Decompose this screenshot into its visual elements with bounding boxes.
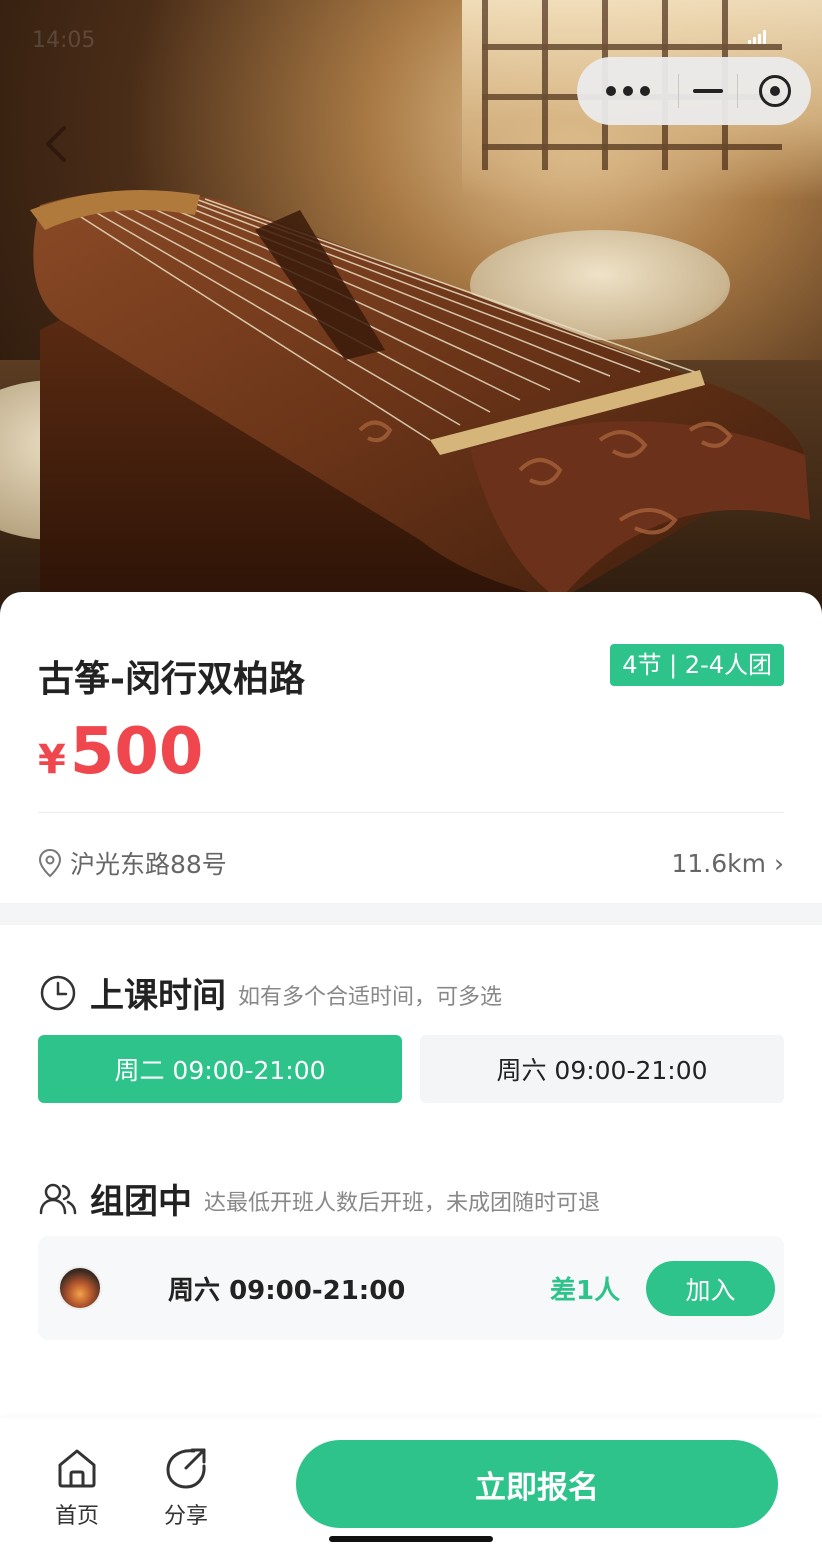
nav-share-label: 分享: [163, 1504, 208, 1529]
avatar: [58, 1266, 102, 1310]
address-left: 沪光东路88号: [38, 845, 227, 881]
share-icon: [166, 1448, 206, 1489]
users-icon: [39, 1183, 77, 1214]
status-time: 14:05: [32, 28, 96, 53]
chevron-right-icon: ›: [774, 848, 784, 878]
schedule-options: 周二 09:00-21:00 周六 09:00-21:00: [38, 1035, 784, 1103]
price-currency: ¥: [38, 737, 66, 783]
course-title: 古筝-闵行双柏路: [38, 659, 305, 700]
schedule-option-tue[interactable]: 周二 09:00-21:00: [38, 1035, 402, 1103]
group-hours: 09:00-21:00: [229, 1276, 406, 1306]
address-row[interactable]: 沪光东路88号 11.6km ›: [38, 840, 784, 886]
distance-value: 11.6km: [671, 848, 767, 878]
group-day: 周六: [168, 1276, 221, 1306]
group-time: 周六 09:00-21:00: [168, 1270, 405, 1307]
mini-program-capsule: [577, 57, 811, 125]
back-arrow-icon[interactable]: [38, 122, 78, 166]
nav-home-label: 首页: [54, 1504, 99, 1529]
minimize-icon[interactable]: [679, 57, 737, 125]
group-remaining: 差1人: [550, 1276, 621, 1306]
groups-header: 组团中 达最低开班人数后开班，未成团随时可退: [38, 1174, 600, 1223]
price-value: 500: [69, 715, 204, 789]
home-icon: [58, 1449, 96, 1488]
groups-subtitle: 达最低开班人数后开班，未成团随时可退: [204, 1190, 601, 1216]
signup-button[interactable]: 立即报名: [296, 1440, 778, 1528]
schedule-option-sat[interactable]: 周六 09:00-21:00: [420, 1035, 784, 1103]
course-price: ¥ 500: [38, 715, 203, 789]
section-gap: [0, 903, 822, 925]
clock-icon: [40, 975, 76, 1010]
close-target-icon[interactable]: [738, 57, 811, 125]
groups-title: 组团中: [90, 1182, 192, 1222]
course-tag-badge: 4节 | 2-4人团: [610, 644, 784, 686]
location-pin-icon: [38, 848, 62, 878]
home-indicator: [329, 1536, 493, 1542]
signal-icon: [748, 30, 766, 44]
address-text: 沪光东路88号: [70, 850, 227, 879]
schedule-subtitle: 如有多个合适时间，可多选: [238, 984, 503, 1010]
distance: 11.6km ›: [672, 849, 785, 878]
group-item: 周六 09:00-21:00 差1人 加入: [38, 1236, 784, 1340]
schedule-title: 上课时间: [90, 976, 226, 1016]
join-button[interactable]: 加入: [646, 1261, 775, 1316]
more-icon[interactable]: [577, 57, 678, 125]
schedule-header: 上课时间 如有多个合适时间，可多选: [38, 968, 502, 1017]
nav-share[interactable]: 分享: [151, 1446, 221, 1530]
divider: [38, 812, 784, 813]
nav-home[interactable]: 首页: [42, 1446, 112, 1530]
